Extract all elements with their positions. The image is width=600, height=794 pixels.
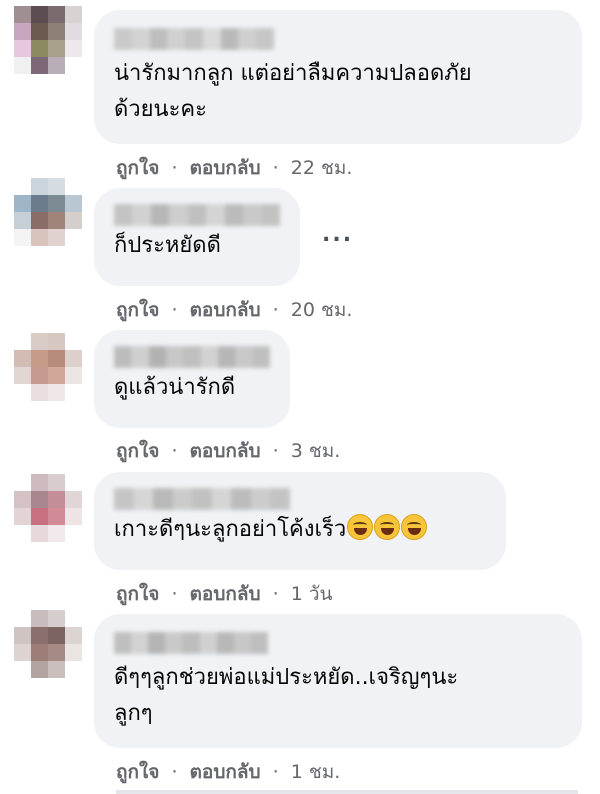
comment-bubble: เกาะดีๆนะลูกอย่าโค้งเร็ว: [94, 472, 506, 570]
comment-text: ดีๆๆลูกช่วยพ่อแม่ประหยัด..เจริญๆนะ ลูกๆ: [114, 665, 459, 726]
commenter-name-blurred[interactable]: [114, 28, 274, 50]
reply-button[interactable]: ตอบกลับ: [190, 157, 261, 179]
like-button[interactable]: ถูกใจ: [116, 761, 159, 783]
commenter-name-blurred[interactable]: [114, 204, 280, 226]
separator-dot: ·: [171, 299, 178, 321]
avatar[interactable]: [14, 6, 82, 74]
comment-text: น่ารักมากลูก แต่อย่าลืมความปลอดภัย ด้วยน…: [114, 61, 472, 122]
separator-dot: ·: [171, 761, 178, 783]
more-options-button[interactable]: ...: [322, 222, 353, 247]
comment-bubble: ก็ประหยัดดี: [94, 188, 300, 286]
reply-button[interactable]: ตอบกลับ: [190, 299, 261, 321]
reply-button[interactable]: ตอบกลับ: [190, 440, 261, 462]
separator-dot: ·: [272, 157, 279, 179]
comment-text: ก็ประหยัดดี: [114, 233, 221, 258]
comment-bubble: ดีๆๆลูกช่วยพ่อแม่ประหยัด..เจริญๆนะ ลูกๆ: [94, 614, 582, 748]
comment-text: ดูแล้วน่ารักดี: [114, 375, 236, 400]
separator-dot: ·: [171, 440, 178, 462]
rolling-laughing-emoji-icon: [401, 514, 428, 540]
comment-text-content: เกาะดีๆนะลูกอย่าโค้งเร็ว: [114, 517, 347, 542]
comment-timestamp[interactable]: 1 ชม.: [291, 761, 341, 783]
like-button[interactable]: ถูกใจ: [116, 440, 159, 462]
next-comment-edge: [116, 790, 578, 794]
comment-actions: ถูกใจ · ตอบกลับ · 22 ชม.: [116, 153, 352, 183]
rolling-laughing-emoji-icon: [347, 514, 374, 540]
like-button[interactable]: ถูกใจ: [116, 299, 159, 321]
separator-dot: ·: [171, 157, 178, 179]
comment-bubble: ดูแล้วน่ารักดี: [94, 330, 290, 428]
like-button[interactable]: ถูกใจ: [116, 157, 159, 179]
rolling-laughing-emoji-icon: [374, 514, 401, 540]
commenter-name-blurred[interactable]: [114, 488, 290, 510]
separator-dot: ·: [272, 299, 279, 321]
comment-actions: ถูกใจ · ตอบกลับ · 20 ชม.: [116, 295, 352, 325]
avatar[interactable]: [14, 474, 82, 542]
reply-button[interactable]: ตอบกลับ: [190, 583, 261, 605]
reply-button[interactable]: ตอบกลับ: [190, 761, 261, 783]
comment-timestamp[interactable]: 1 วัน: [291, 583, 333, 605]
comment-actions: ถูกใจ · ตอบกลับ · 1 ชม.: [116, 757, 340, 787]
comment-bubble: น่ารักมากลูก แต่อย่าลืมความปลอดภัย ด้วยน…: [94, 10, 582, 144]
comment-text: เกาะดีๆนะลูกอย่าโค้งเร็ว: [114, 512, 486, 548]
avatar[interactable]: [14, 178, 82, 246]
commenter-name-blurred[interactable]: [114, 346, 270, 368]
comment-timestamp[interactable]: 20 ชม.: [291, 299, 353, 321]
comment-timestamp[interactable]: 22 ชม.: [291, 157, 353, 179]
like-button[interactable]: ถูกใจ: [116, 583, 159, 605]
separator-dot: ·: [272, 761, 279, 783]
comment-timestamp[interactable]: 3 ชม.: [291, 440, 341, 462]
separator-dot: ·: [171, 583, 178, 605]
separator-dot: ·: [272, 440, 279, 462]
commenter-name-blurred[interactable]: [114, 632, 268, 654]
avatar[interactable]: [14, 610, 82, 678]
comment-actions: ถูกใจ · ตอบกลับ · 3 ชม.: [116, 436, 340, 466]
avatar[interactable]: [14, 333, 82, 401]
comment-actions: ถูกใจ · ตอบกลับ · 1 วัน: [116, 579, 333, 609]
separator-dot: ·: [272, 583, 279, 605]
